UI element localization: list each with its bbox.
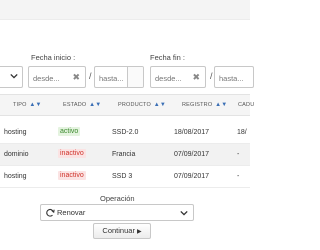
end-date-label: Fecha fin : (150, 53, 186, 62)
column-header-estado[interactable]: ESTADO ▲▼ (63, 102, 101, 108)
operation-selected-value: Renovar (57, 208, 86, 217)
cell-caducidad: - (237, 151, 240, 158)
refresh-icon (46, 208, 55, 217)
start-date-from-input[interactable]: desde... ✖ (28, 66, 86, 88)
column-header-producto[interactable]: PRODUCTO ▲▼ (118, 102, 166, 108)
end-date-to-input[interactable]: hasta... (214, 66, 254, 88)
table-row[interactable]: hosting inactivo SSD 3 07/09/2017 - (0, 166, 250, 188)
start-date-label: Fecha inicio : (31, 53, 76, 62)
status-badge: inactivo (58, 171, 86, 180)
cell-caducidad: - (237, 173, 240, 180)
sort-icon[interactable]: ▲▼ (29, 102, 41, 108)
table-row[interactable]: dominio inactivo Francia 07/09/2017 - (0, 144, 250, 166)
calendar-icon[interactable] (127, 67, 143, 87)
sort-icon[interactable]: ▲▼ (89, 102, 101, 108)
operation-label: Operación (100, 194, 135, 203)
column-header-caducidad[interactable]: CADU (238, 102, 254, 108)
date-separator: / (89, 71, 92, 81)
cell-caducidad: 18/ (237, 129, 247, 136)
cell-producto: Francia (112, 151, 136, 158)
cell-tipo: hosting (4, 173, 27, 180)
sort-icon[interactable]: ▲▼ (215, 102, 227, 108)
operation-select[interactable]: Renovar (40, 204, 194, 221)
status-badge: inactivo (58, 149, 86, 158)
top-bar (0, 0, 250, 20)
status-badge: activo (58, 127, 81, 136)
clear-icon[interactable]: ✖ (192, 72, 200, 83)
end-date-from-placeholder: desde... (155, 74, 182, 83)
cell-registro: 07/09/2017 (174, 173, 210, 180)
cell-tipo: dominio (4, 151, 29, 158)
start-date-to-input[interactable]: hasta... (94, 66, 144, 88)
chevron-down-icon (180, 210, 188, 216)
cell-producto: SSD-2.0 (112, 129, 139, 136)
start-date-to-placeholder: hasta... (99, 74, 124, 83)
date-separator: / (210, 71, 213, 81)
table-row[interactable]: hosting activo SSD-2.0 18/08/2017 18/ (0, 122, 250, 144)
type-filter-select[interactable] (0, 66, 23, 88)
cell-producto: SSD 3 (112, 173, 133, 180)
play-icon: ▶ (136, 229, 142, 235)
end-date-to-placeholder: hasta... (219, 74, 244, 83)
end-date-from-input[interactable]: desde... ✖ (150, 66, 206, 88)
chevron-down-icon (10, 73, 18, 79)
cell-tipo: hosting (4, 129, 27, 136)
column-header-tipo[interactable]: TIPO ▲▼ (13, 102, 42, 108)
cell-registro: 07/09/2017 (174, 151, 210, 158)
table-header: TIPO ▲▼ ESTADO ▲▼ PRODUCTO ▲▼ REGISTRO ▲… (0, 94, 254, 116)
continue-button[interactable]: Continuar ▶ (93, 223, 151, 239)
sort-icon[interactable]: ▲▼ (154, 102, 166, 108)
column-header-registro[interactable]: REGISTRO ▲▼ (182, 102, 227, 108)
clear-icon[interactable]: ✖ (72, 72, 80, 83)
start-date-from-placeholder: desde... (33, 74, 60, 83)
cell-registro: 18/08/2017 (174, 129, 210, 136)
continue-button-label: Continuar (102, 226, 135, 235)
